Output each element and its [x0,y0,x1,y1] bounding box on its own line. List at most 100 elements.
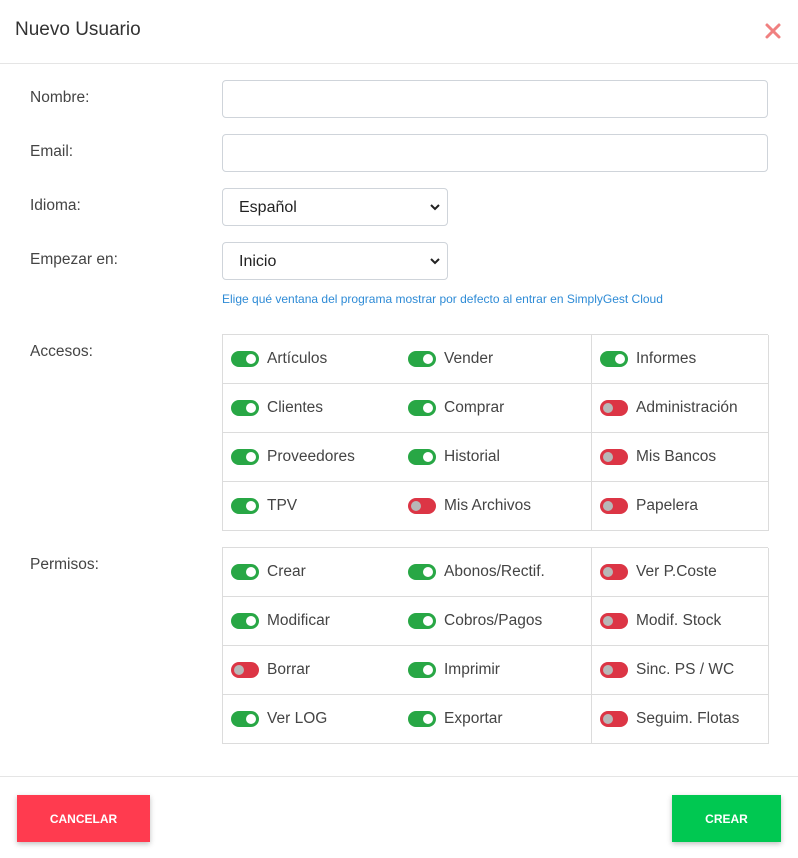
permission-item-label: Seguim. Flotas [636,710,740,727]
access-item-label: Administración [636,399,738,416]
toggle-knob [246,567,256,577]
toggle-switch[interactable] [600,351,628,367]
permission-item[interactable]: Modif. Stock [592,597,769,646]
toggle-knob [246,714,256,724]
permission-item[interactable]: Sinc. PS / WC [592,646,769,695]
access-item[interactable]: TPV [223,482,401,531]
toggle-knob [603,452,613,462]
cancel-button[interactable]: CANCELAR [17,795,150,842]
toggle-switch[interactable] [600,400,628,416]
access-item[interactable]: Clientes [223,384,401,433]
toggle-knob [603,567,613,577]
permission-item[interactable]: Abonos/Rectif. [400,548,592,597]
toggle-switch[interactable] [408,711,436,727]
language-select[interactable]: Español [222,188,448,226]
toggle-knob [246,452,256,462]
toggle-knob [423,403,433,413]
toggle-switch[interactable] [231,564,259,580]
toggle-switch[interactable] [231,613,259,629]
access-item-label: Mis Bancos [636,448,717,465]
toggle-switch[interactable] [231,498,259,514]
toggle-switch[interactable] [600,711,628,727]
access-item-label: Clientes [267,399,323,416]
access-item-label: Artículos [267,350,328,367]
toggle-switch[interactable] [408,662,436,678]
toggle-switch[interactable] [600,449,628,465]
toggle-knob [603,403,613,413]
permission-item[interactable]: Modificar [223,597,401,646]
permission-item[interactable]: Imprimir [400,646,592,695]
permission-item-label: Exportar [444,710,503,727]
toggle-knob [246,616,256,626]
toggle-switch[interactable] [231,662,259,678]
permission-item[interactable]: Crear [223,548,401,597]
toggle-switch[interactable] [408,564,436,580]
toggle-knob [246,354,256,364]
language-select-value: Español [239,199,297,216]
toggle-switch[interactable] [408,449,436,465]
toggle-switch[interactable] [600,564,628,580]
access-item[interactable]: Informes [592,335,769,384]
permission-item[interactable]: Ver P.Coste [592,548,769,597]
toggle-knob [423,354,433,364]
permission-item[interactable]: Seguim. Flotas [592,695,769,744]
toggle-knob [603,501,613,511]
permission-item[interactable]: Exportar [400,695,592,744]
toggle-switch[interactable] [408,400,436,416]
toggle-switch[interactable] [408,351,436,367]
language-label: Idioma: [30,197,81,214]
access-item[interactable]: Historial [400,433,592,482]
toggle-switch[interactable] [600,613,628,629]
permission-item-label: Ver LOG [267,710,328,727]
toggle-switch[interactable] [408,498,436,514]
start-select-value: Inicio [239,253,277,270]
toggle-knob [246,501,256,511]
access-item[interactable]: Proveedores [223,433,401,482]
toggle-knob [603,616,613,626]
toggle-knob [603,714,613,724]
access-item-label: Informes [636,350,697,367]
access-item-label: Proveedores [267,448,355,465]
access-item[interactable]: Comprar [400,384,592,433]
access-item-label: TPV [267,497,298,514]
toggle-switch[interactable] [231,711,259,727]
toggle-switch[interactable] [600,662,628,678]
name-label: Nombre: [30,89,90,106]
modal-header: Nuevo Usuario [0,0,798,64]
access-item[interactable]: Vender [400,335,592,384]
email-field[interactable] [222,134,768,172]
toggle-switch[interactable] [231,351,259,367]
toggle-knob [423,616,433,626]
toggle-switch[interactable] [408,613,436,629]
permission-item[interactable]: Cobros/Pagos [400,597,592,646]
access-item-label: Papelera [636,497,699,514]
start-label: Empezar en: [30,251,118,268]
permission-item-label: Sinc. PS / WC [636,661,735,678]
toggle-knob [234,665,244,675]
permission-item-label: Modificar [267,612,330,629]
access-item[interactable]: Artículos [223,335,401,384]
create-button[interactable]: CREAR [672,795,781,842]
toggle-switch[interactable] [231,400,259,416]
access-item[interactable]: Administración [592,384,769,433]
toggle-switch[interactable] [231,449,259,465]
toggle-knob [411,501,421,511]
permission-item[interactable]: Ver LOG [223,695,401,744]
toggle-knob [246,403,256,413]
accesos-grid: Artículos Vender Informes Clientes Compr… [222,334,769,531]
access-item-label: Vender [444,350,494,367]
permission-item[interactable]: Borrar [223,646,401,695]
start-select[interactable]: Inicio [222,242,448,280]
access-item[interactable]: Papelera [592,482,769,531]
permission-item-label: Borrar [267,661,311,678]
name-field[interactable] [222,80,768,118]
access-item[interactable]: Mis Archivos [400,482,592,531]
toggle-knob [615,354,625,364]
close-icon[interactable] [764,22,782,40]
permisos-label: Permisos: [30,556,99,573]
access-item[interactable]: Mis Bancos [592,433,769,482]
permission-item-label: Crear [267,563,306,580]
chevron-down-icon [430,204,440,211]
permisos-grid: Crear Abonos/Rectif. Ver P.Coste Modific… [222,547,769,744]
toggle-switch[interactable] [600,498,628,514]
